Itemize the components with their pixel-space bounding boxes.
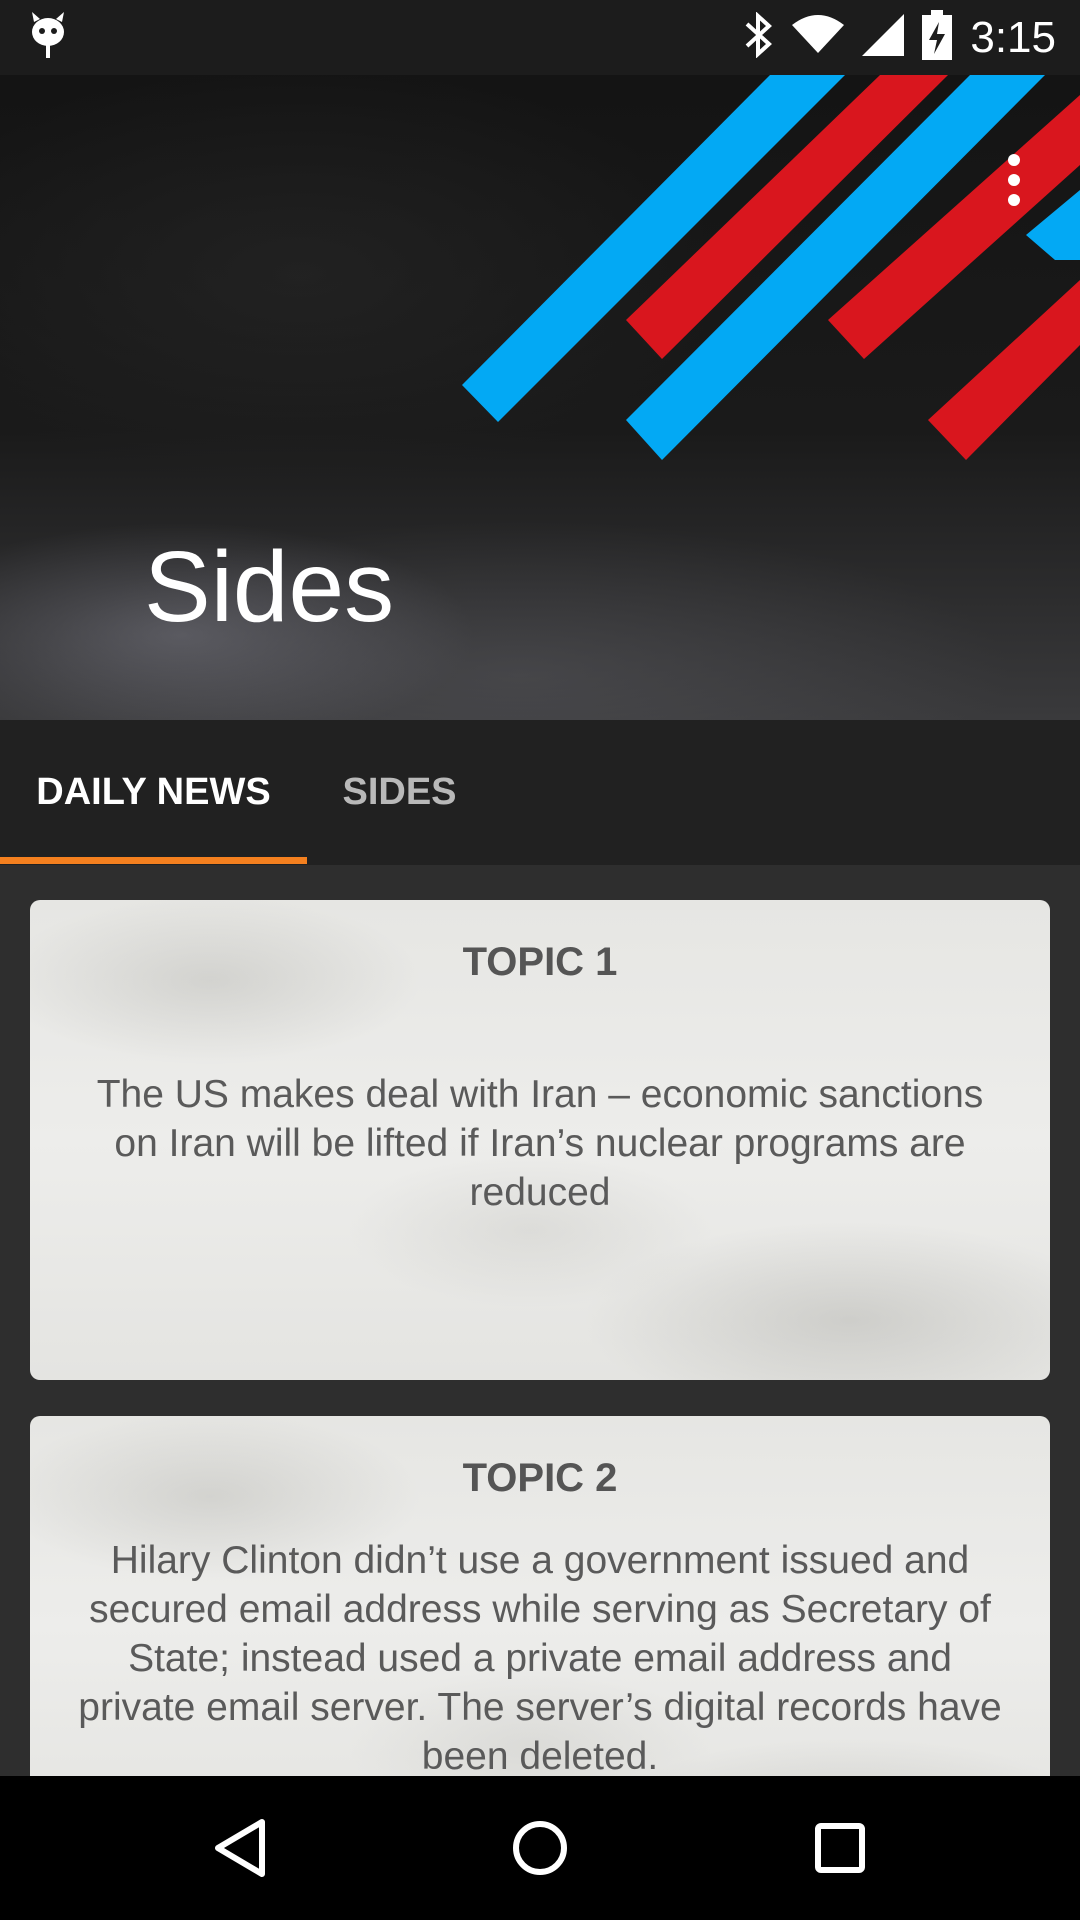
topic-card[interactable]: TOPIC 1 The US makes deal with Iran – ec… xyxy=(30,900,1050,1380)
navigation-bar xyxy=(0,1776,1080,1920)
recents-square-icon[interactable] xyxy=(790,1798,890,1898)
more-vert-icon[interactable] xyxy=(990,130,1038,230)
card-title: TOPIC 1 xyxy=(462,940,618,984)
back-triangle-icon[interactable] xyxy=(190,1798,290,1898)
tab-indicator xyxy=(0,857,307,864)
cell-signal-icon xyxy=(862,14,905,61)
page-title: Sides xyxy=(144,531,395,643)
android-debug-icon xyxy=(30,12,66,65)
news-list[interactable]: TOPIC 1 The US makes deal with Iran – ec… xyxy=(0,865,1080,1776)
bluetooth-icon xyxy=(744,11,774,63)
clock: 3:15 xyxy=(970,12,1056,62)
battery-charging-icon xyxy=(922,10,953,65)
topic-card[interactable]: TOPIC 2 Hilary Clinton didn’t use a gove… xyxy=(30,1416,1050,1776)
home-circle-icon[interactable] xyxy=(490,1798,590,1898)
wifi-icon xyxy=(792,15,845,60)
header-banner: Sides xyxy=(0,75,1080,720)
card-title: TOPIC 2 xyxy=(462,1456,618,1500)
tab-daily-news[interactable]: DAILY NEWS xyxy=(0,720,307,865)
tab-bar: DAILY NEWS SIDES xyxy=(0,720,1080,865)
card-body: Hilary Clinton didn’t use a government i… xyxy=(78,1539,1002,1776)
status-bar: 3:15 xyxy=(0,0,1080,75)
tab-sides[interactable]: SIDES xyxy=(307,720,492,865)
card-body: The US makes deal with Iran – economic s… xyxy=(96,1073,984,1214)
